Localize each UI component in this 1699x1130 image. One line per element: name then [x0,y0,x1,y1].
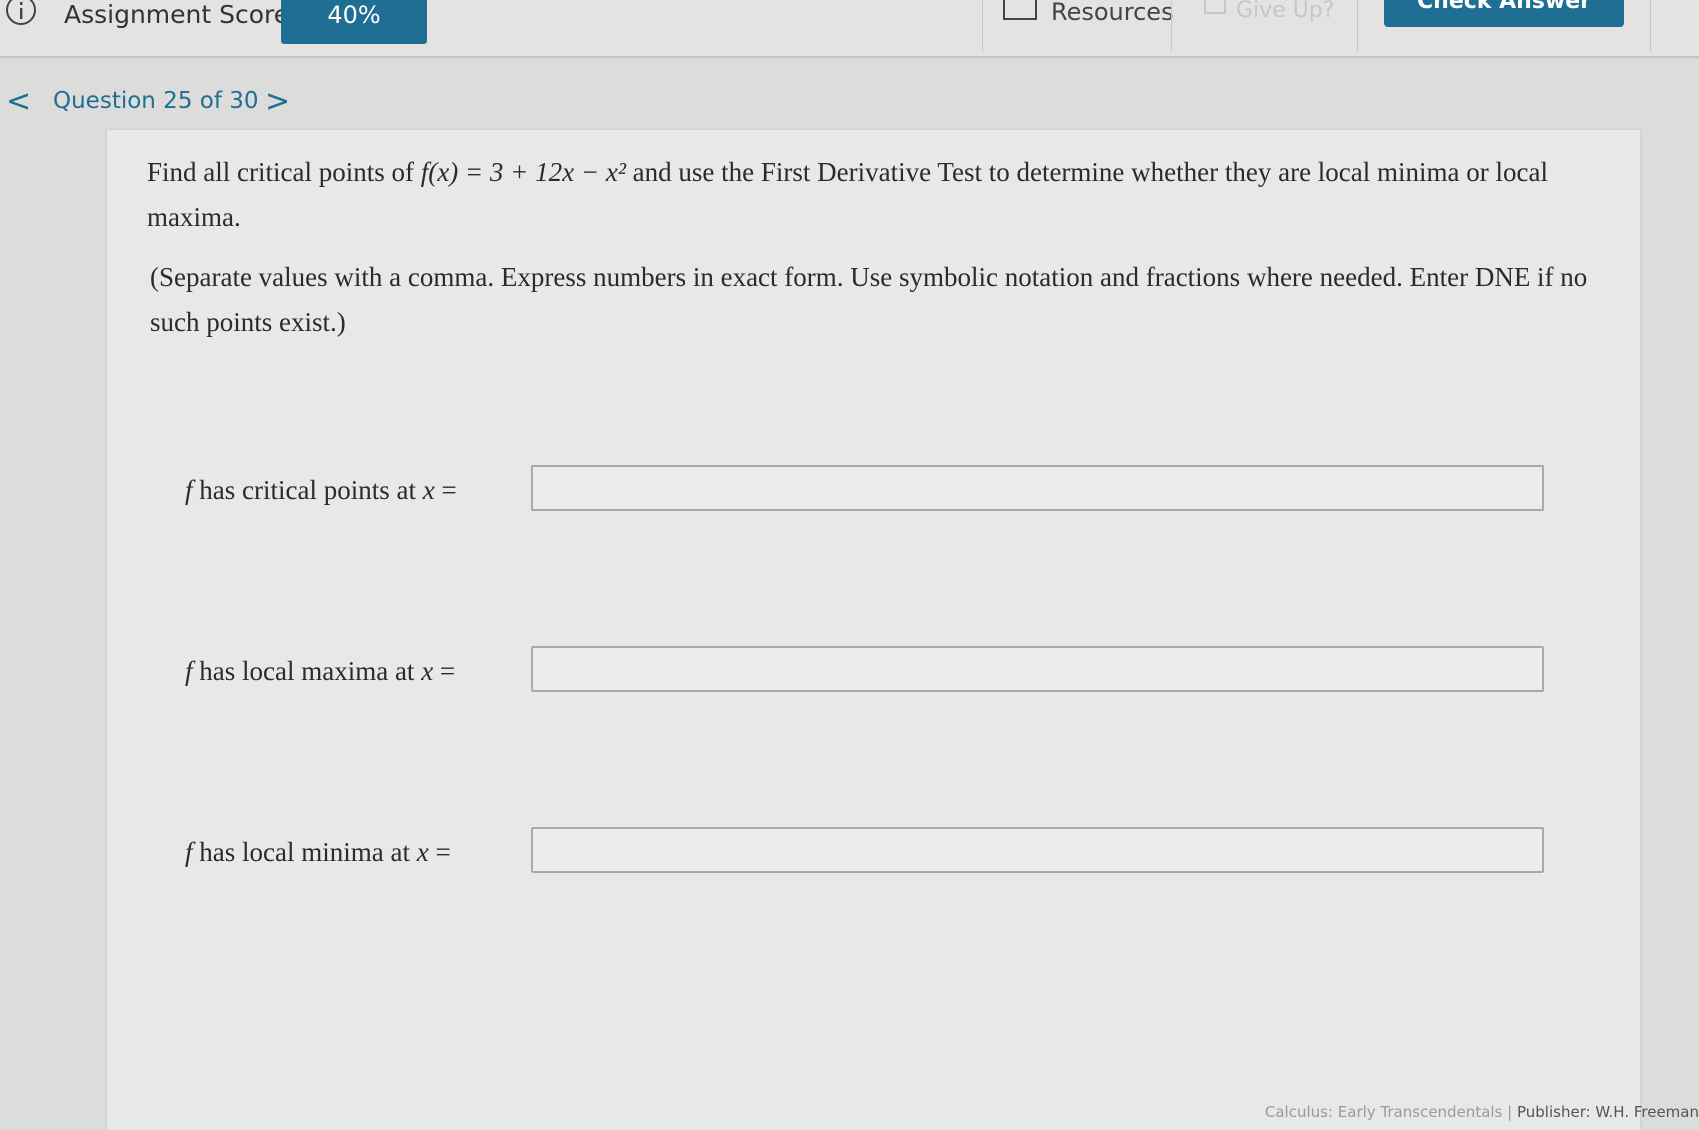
label-text: has critical points at [192,475,423,505]
footer-publisher: Publisher: W.H. Freeman [1517,1103,1699,1121]
variable-symbol: x [416,837,429,867]
toolbar-divider [982,0,983,52]
check-answer-button[interactable]: Check Answer [1384,0,1624,27]
give-up-button[interactable]: Give Up? [1204,0,1334,22]
label-text: has local maxima at [192,656,422,686]
assignment-score-label: Assignment Score: [64,0,298,29]
give-up-icon [1204,0,1226,14]
critical-points-row: f has critical points at x = [185,465,1545,515]
critical-points-label: f has critical points at x = [185,465,457,515]
resources-label: Resources [1051,0,1174,26]
footer-attribution: Calculus: Early Transcendentals | Publis… [1265,1103,1699,1121]
question-counter[interactable]: Question 25 of 30 [53,88,259,114]
local-maxima-row: f has local maxima at x = [185,646,1545,696]
toolbar-divider [1171,0,1172,52]
assignment-score-badge: 40% [281,0,427,44]
local-maxima-label: f has local maxima at x = [185,646,455,696]
next-question-icon[interactable]: > [265,84,290,120]
footer-separator: | [1507,1103,1513,1121]
local-minima-input[interactable] [531,827,1544,873]
footer-book-title: Calculus: Early Transcendentals [1264,1103,1503,1121]
label-text: has local minima at [192,837,417,867]
question-prompt: Find all critical points of f(x) = 3 + 1… [147,150,1617,240]
local-maxima-input[interactable] [531,646,1544,692]
variable-symbol: x [421,656,434,686]
local-minima-row: f has local minima at x = [185,827,1545,877]
assignment-toolbar: Assignment Score: 40% Resources Give Up?… [0,0,1699,58]
toolbar-divider [1650,0,1651,52]
question-navigation: < Question 25 of 30 > [0,84,400,124]
resources-icon [1003,0,1037,20]
local-minima-label: f has local minima at x = [185,827,451,877]
function-symbol: f [185,656,193,686]
resources-button[interactable]: Resources [1003,0,1174,30]
info-icon[interactable] [4,0,38,28]
give-up-label: Give Up? [1236,0,1335,23]
question-instructions: (Separate values with a comma. Express n… [150,262,1588,337]
critical-points-input[interactable] [531,465,1544,511]
variable-symbol: x [422,475,435,505]
equals-sign: = [434,475,457,505]
function-symbol: f [185,837,193,867]
equals-sign: = [433,656,456,686]
prompt-text-start: Find all critical points of [147,157,421,187]
function-expression: f(x) = 3 + 12x − x² [420,157,626,187]
equals-sign: = [428,837,451,867]
toolbar-divider [1357,0,1358,52]
previous-question-icon[interactable]: < [6,84,31,120]
function-symbol: f [185,475,193,505]
